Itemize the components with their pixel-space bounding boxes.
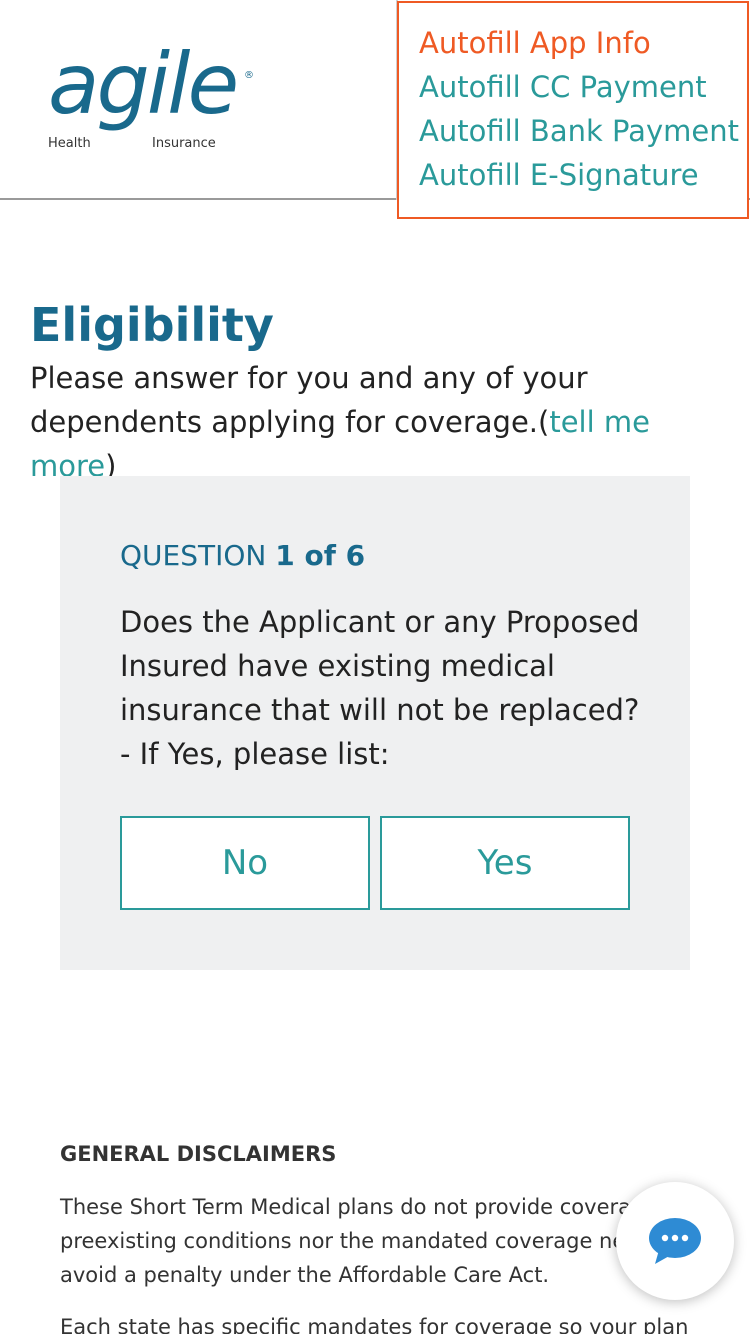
question-label: QUESTION bbox=[120, 539, 276, 572]
autofill-menu: Autofill App Info Autofill CC Payment Au… bbox=[397, 1, 749, 219]
chat-bubble-icon bbox=[649, 1218, 701, 1264]
logo-wordmark: agile bbox=[48, 35, 239, 133]
question-number: 1 of 6 bbox=[275, 539, 366, 572]
autofill-cc-payment-link[interactable]: Autofill CC Payment bbox=[419, 73, 707, 102]
page-title: Eligibility bbox=[30, 298, 274, 352]
page: agile ® Health Insurance Autofill App In… bbox=[0, 0, 750, 1334]
logo-subtitle-health: Health bbox=[48, 136, 91, 151]
intro-paragraph: Please answer for you and any of your de… bbox=[30, 356, 730, 488]
question-text: Does the Applicant or any Proposed Insur… bbox=[120, 600, 640, 776]
autofill-bank-payment-link[interactable]: Autofill Bank Payment bbox=[419, 117, 739, 146]
question-subtext: - If Yes, please list: bbox=[120, 737, 390, 771]
question-counter: QUESTION 1 of 6 bbox=[120, 542, 365, 570]
logo-registered-mark: ® bbox=[244, 70, 254, 81]
question-card: QUESTION 1 of 6 Does the Applicant or an… bbox=[60, 476, 690, 970]
autofill-e-signature-link[interactable]: Autofill E-Signature bbox=[419, 161, 699, 190]
logo-subtitle-insurance: Insurance bbox=[152, 136, 216, 151]
disclaimers-title: GENERAL DISCLAIMERS bbox=[60, 1142, 337, 1166]
autofill-app-info-link[interactable]: Autofill App Info bbox=[419, 29, 651, 58]
chat-button[interactable] bbox=[616, 1182, 734, 1300]
question-body: Does the Applicant or any Proposed Insur… bbox=[120, 605, 640, 727]
disclaimer-paragraph-2: Each state has specific mandates for cov… bbox=[60, 1315, 689, 1334]
agile-logo[interactable]: agile ® Health Insurance bbox=[48, 42, 268, 162]
answer-yes-button[interactable]: Yes bbox=[380, 816, 630, 910]
intro-text: Please answer for you and any of your de… bbox=[30, 361, 588, 439]
answer-no-button[interactable]: No bbox=[120, 816, 370, 910]
disclaimer-paragraph-1: These Short Term Medical plans do not pr… bbox=[60, 1195, 706, 1287]
